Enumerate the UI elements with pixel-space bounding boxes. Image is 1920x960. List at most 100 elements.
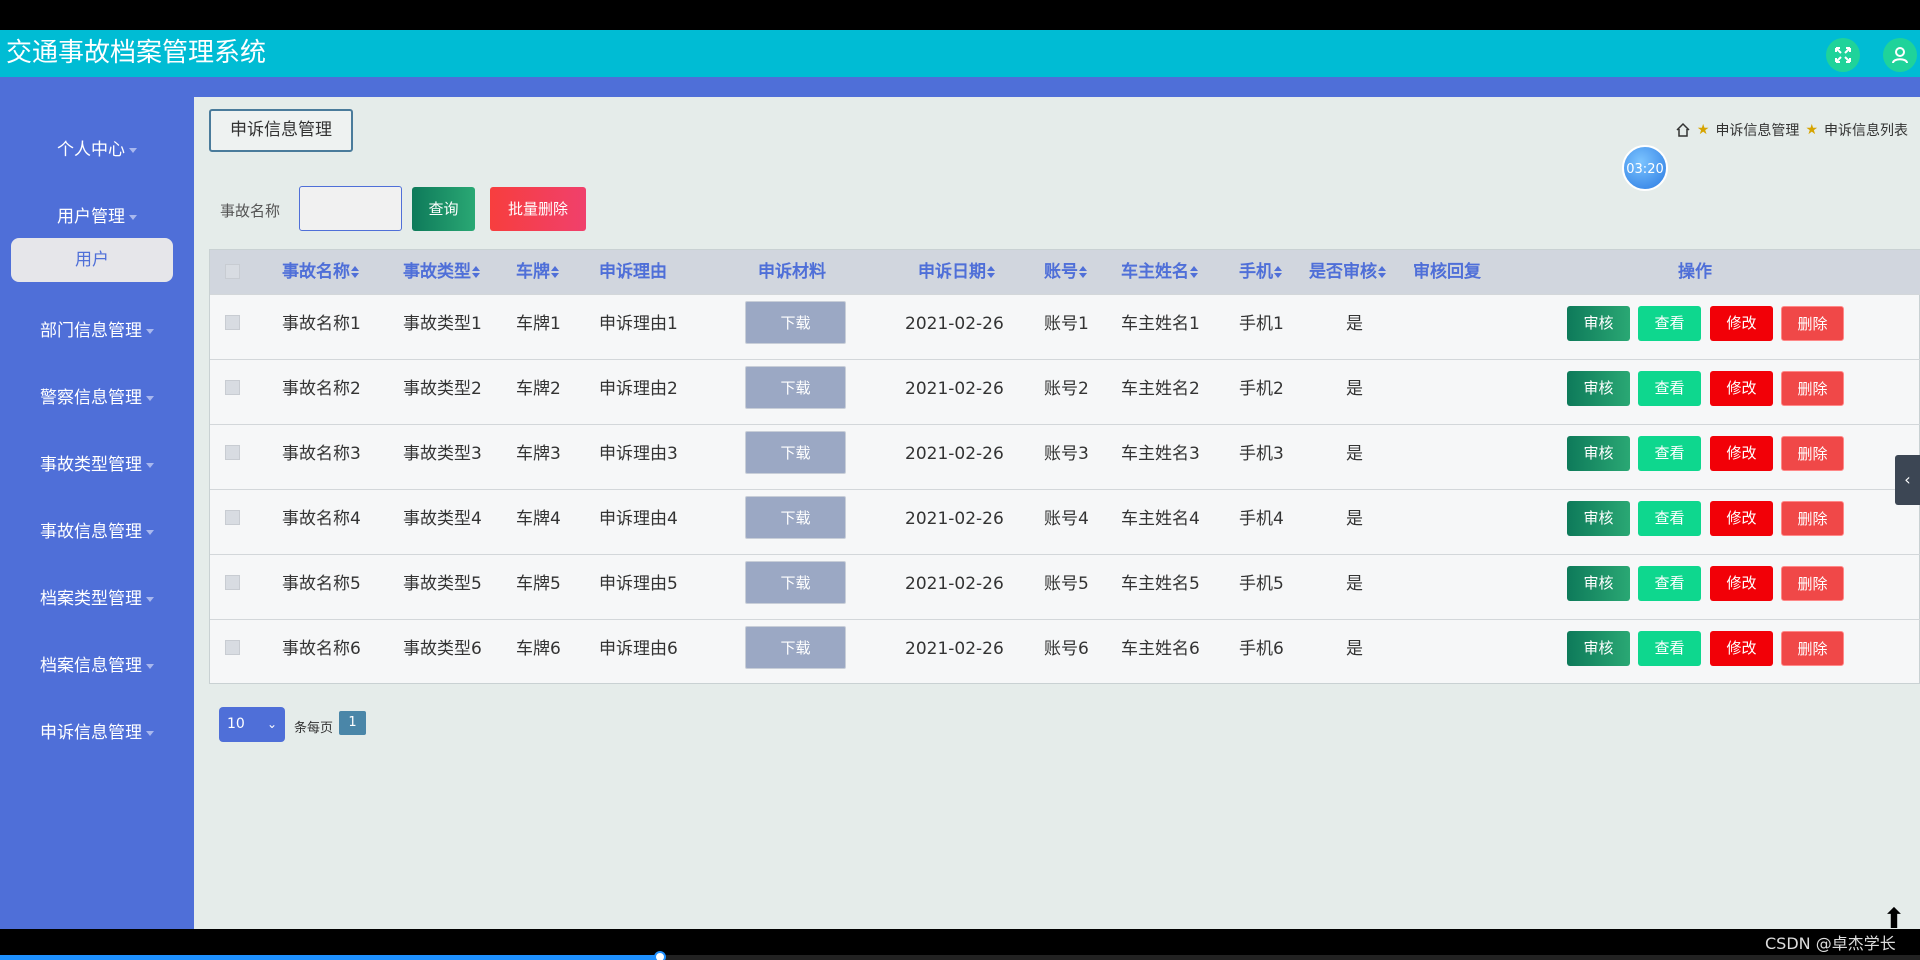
download-button[interactable]: 下载 <box>745 496 846 539</box>
row-checkbox[interactable] <box>225 445 240 460</box>
collapse-panel-tab[interactable]: ‹ <box>1895 455 1920 505</box>
delete-button[interactable]: 删除 <box>1781 436 1844 471</box>
column-header-material: 申诉材料 <box>758 262 826 282</box>
page-title-tag[interactable]: 申诉信息管理 <box>209 109 353 152</box>
sidebar-item-department[interactable]: 部门信息管理 <box>0 316 194 341</box>
row-checkbox[interactable] <box>225 380 240 395</box>
cell-plate: 车牌1 <box>516 314 561 334</box>
breadcrumb-item: 申诉信息列表 <box>1824 123 1908 139</box>
chevron-down-icon: ⌄ <box>266 717 277 731</box>
column-header-owner[interactable]: 车主姓名 <box>1121 250 1198 294</box>
sidebar-item-user-management[interactable]: 用户管理 <box>0 202 194 227</box>
select-all-checkbox[interactable] <box>225 264 240 279</box>
view-button[interactable]: 查看 <box>1638 566 1701 601</box>
delete-button[interactable]: 删除 <box>1781 501 1844 536</box>
audit-button[interactable]: 审核 <box>1567 306 1630 341</box>
sidebar-item-archive-type[interactable]: 档案类型管理 <box>0 584 194 609</box>
download-button[interactable]: 下载 <box>745 301 846 344</box>
cell-accident-name: 事故名称6 <box>282 639 361 659</box>
cell-phone: 手机5 <box>1239 574 1284 594</box>
per-page-label: 条每页 <box>294 721 334 736</box>
column-header-plate[interactable]: 车牌 <box>516 250 559 294</box>
video-progress-handle[interactable] <box>654 951 666 960</box>
view-button[interactable]: 查看 <box>1638 501 1701 536</box>
delete-button[interactable]: 删除 <box>1781 631 1844 666</box>
table-header: 事故名称 事故类型 车牌 申诉理由 申诉材料 申诉日期 账号 车主姓名 手机 是… <box>210 250 1920 294</box>
video-progress-played[interactable] <box>0 955 660 960</box>
column-header-phone[interactable]: 手机 <box>1239 250 1282 294</box>
audit-button[interactable]: 审核 <box>1567 631 1630 666</box>
sidebar-item-police[interactable]: 警察信息管理 <box>0 383 194 408</box>
fullscreen-icon[interactable] <box>1826 38 1860 72</box>
sort-icon <box>1079 266 1087 278</box>
row-checkbox[interactable] <box>225 510 240 525</box>
cell-accident-type: 事故类型3 <box>403 444 482 464</box>
user-icon[interactable] <box>1883 38 1917 72</box>
page-number-button[interactable]: 1 <box>339 711 366 735</box>
star-icon: ★ <box>1696 122 1710 138</box>
delete-button[interactable]: 删除 <box>1781 371 1844 406</box>
sidebar-subitem-user[interactable]: 用户 <box>11 238 173 282</box>
delete-button[interactable]: 删除 <box>1781 566 1844 601</box>
edit-button[interactable]: 修改 <box>1710 501 1773 536</box>
row-checkbox[interactable] <box>225 315 240 330</box>
delete-button[interactable]: 删除 <box>1781 306 1844 341</box>
cell-reason: 申诉理由2 <box>599 379 678 399</box>
sidebar-item-accident-info[interactable]: 事故信息管理 <box>0 517 194 542</box>
sidebar-item-label: 档案信息管理 <box>40 656 142 676</box>
sidebar-item-appeal-info[interactable]: 申诉信息管理 <box>0 718 194 743</box>
column-header-accident-name[interactable]: 事故名称 <box>282 250 359 294</box>
download-button[interactable]: 下载 <box>745 366 846 409</box>
row-checkbox[interactable] <box>225 640 240 655</box>
app-title: 交通事故档案管理系统 <box>6 38 267 68</box>
page-size-select[interactable]: 10 ⌄ <box>219 707 285 742</box>
appeal-table: 事故名称 事故类型 车牌 申诉理由 申诉材料 申诉日期 账号 车主姓名 手机 是… <box>209 249 1920 684</box>
audit-button[interactable]: 审核 <box>1567 436 1630 471</box>
breadcrumb-item[interactable]: 申诉信息管理 <box>1715 120 1799 140</box>
cell-audited: 是 <box>1346 574 1363 594</box>
edit-button[interactable]: 修改 <box>1710 371 1773 406</box>
table-row: 事故名称2 事故类型2 车牌2 申诉理由2 2021-02-26 账号2 车主姓名2 手机2 是… <box>210 359 1920 424</box>
sidebar-item-accident-type[interactable]: 事故类型管理 <box>0 450 194 475</box>
sidebar-item-label: 警察信息管理 <box>40 388 142 408</box>
batch-delete-button[interactable]: 批量删除 <box>490 187 586 231</box>
home-icon[interactable] <box>1675 122 1691 138</box>
column-header-date[interactable]: 申诉日期 <box>918 250 995 294</box>
cell-account: 账号6 <box>1044 639 1089 659</box>
edit-button[interactable]: 修改 <box>1710 631 1773 666</box>
cell-account: 账号4 <box>1044 509 1089 529</box>
view-button[interactable]: 查看 <box>1638 436 1701 471</box>
accident-name-input[interactable] <box>299 186 402 231</box>
edit-button[interactable]: 修改 <box>1710 436 1773 471</box>
column-header-accident-type[interactable]: 事故类型 <box>403 250 480 294</box>
audit-button[interactable]: 审核 <box>1567 501 1630 536</box>
row-checkbox[interactable] <box>225 575 240 590</box>
cell-audited: 是 <box>1346 639 1363 659</box>
download-button[interactable]: 下载 <box>745 431 846 474</box>
video-progress-remaining[interactable] <box>660 955 1920 960</box>
column-header-reply: 审核回复 <box>1413 262 1481 282</box>
view-button[interactable]: 查看 <box>1638 371 1701 406</box>
cell-plate: 车牌2 <box>516 379 561 399</box>
query-button[interactable]: 查询 <box>412 187 475 231</box>
sidebar-item-personal-center[interactable]: 个人中心 <box>0 135 194 160</box>
edit-button[interactable]: 修改 <box>1710 566 1773 601</box>
download-button[interactable]: 下载 <box>745 626 846 669</box>
audit-button[interactable]: 审核 <box>1567 566 1630 601</box>
sidebar-item-label: 部门信息管理 <box>40 321 142 341</box>
cell-date: 2021-02-26 <box>905 639 1004 659</box>
audit-button[interactable]: 审核 <box>1567 371 1630 406</box>
column-header-audited[interactable]: 是否审核 <box>1309 250 1386 294</box>
view-button[interactable]: 查看 <box>1638 306 1701 341</box>
column-header-label: 手机 <box>1239 262 1273 282</box>
cell-accident-name: 事故名称1 <box>282 314 361 334</box>
chevron-down-icon <box>146 730 154 736</box>
edit-button[interactable]: 修改 <box>1710 306 1773 341</box>
download-button[interactable]: 下载 <box>745 561 846 604</box>
sidebar-item-archive-info[interactable]: 档案信息管理 <box>0 651 194 676</box>
column-header-account[interactable]: 账号 <box>1044 250 1087 294</box>
view-button[interactable]: 查看 <box>1638 631 1701 666</box>
column-header-label: 账号 <box>1044 262 1078 282</box>
sidebar-item-label: 档案类型管理 <box>40 589 142 609</box>
cell-account: 账号3 <box>1044 444 1089 464</box>
